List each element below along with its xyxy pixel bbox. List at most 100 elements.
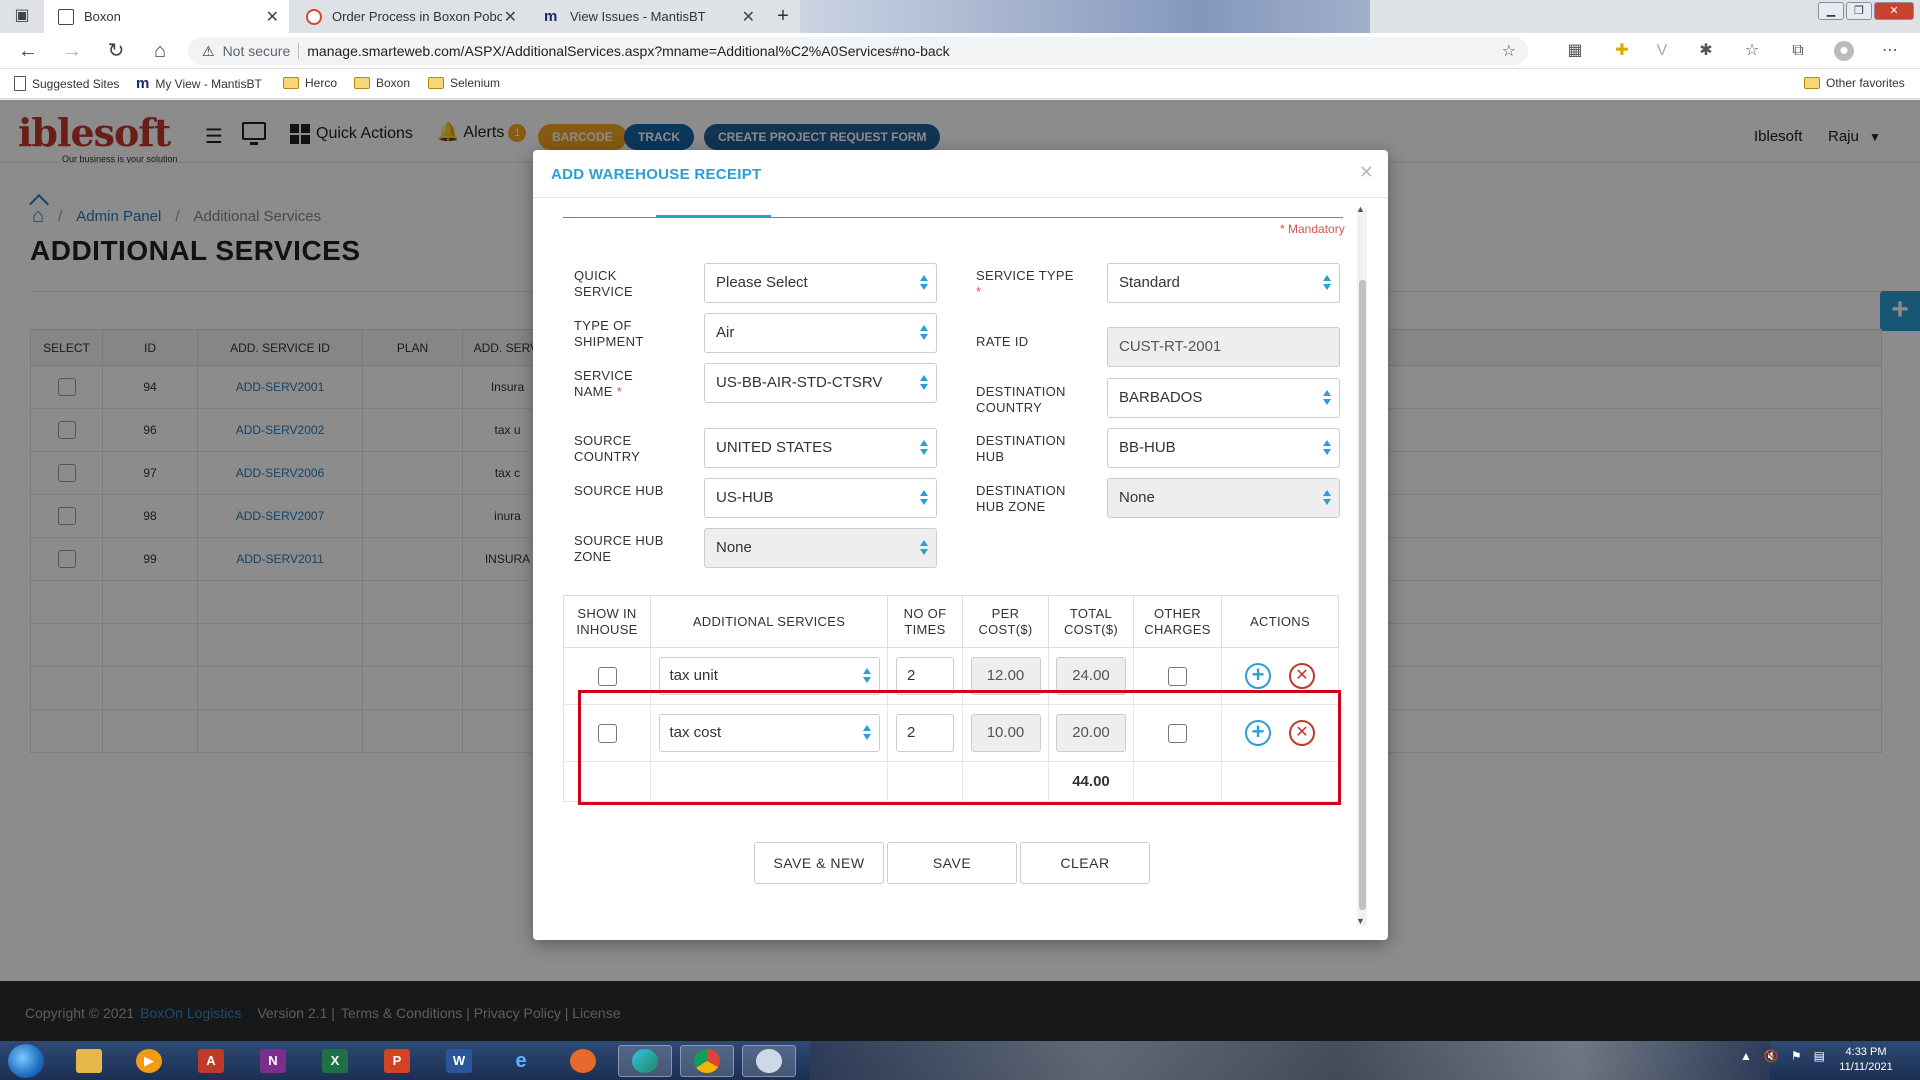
new-tab-icon[interactable]: +	[770, 4, 796, 30]
network-icon[interactable]: ▤	[1814, 1049, 1825, 1063]
tab-actions-icon[interactable]: ▣	[10, 4, 34, 28]
select-value: UNITED STATES	[716, 439, 833, 456]
refresh-icon[interactable]: ↻	[104, 39, 128, 63]
scroll-down-icon[interactable]: ▼	[1356, 916, 1365, 926]
more-menu-icon[interactable]: ⋯	[1880, 41, 1900, 61]
tab-active-indicator[interactable]	[656, 215, 771, 218]
bookmark-selenium[interactable]: Selenium	[428, 76, 500, 90]
destination-country-select[interactable]: BARBADOS	[1107, 378, 1340, 418]
select-arrows-icon	[920, 540, 928, 556]
extension-icon[interactable]: V	[1652, 41, 1672, 61]
extension-icon[interactable]: ▦	[1565, 41, 1585, 61]
column-header: TOTAL COST($)	[1048, 595, 1134, 648]
quick-service-label: QUICK SERVICE	[574, 268, 674, 300]
destination-hub-zone-select[interactable]: None	[1107, 478, 1340, 518]
clear-button[interactable]: CLEAR	[1020, 842, 1150, 884]
firefox-icon[interactable]	[556, 1045, 610, 1077]
select-arrows-icon	[862, 668, 871, 684]
select-arrows-icon	[1323, 440, 1331, 456]
back-icon[interactable]: ←	[16, 39, 40, 63]
system-clock[interactable]: 4:33 PM 11/11/2021	[1836, 1045, 1896, 1075]
page-icon	[14, 76, 26, 91]
field-label: DESTINATION COUNTRY	[976, 384, 1066, 415]
source-hub-select[interactable]: US-HUB	[704, 478, 937, 518]
bookmark-herco[interactable]: Herco	[283, 76, 337, 90]
service-name-select[interactable]: US-BB-AIR-STD-CTSRV	[704, 363, 937, 403]
source-hub-zone-select[interactable]: None	[704, 528, 937, 568]
volume-icon[interactable]: 🔇	[1764, 1049, 1779, 1063]
close-tab-icon[interactable]: ✕	[742, 7, 755, 27]
bookmark-boxon[interactable]: Boxon	[354, 76, 410, 90]
type-of-shipment-select[interactable]: Air	[704, 313, 937, 353]
field-label: TYPE OF SHIPMENT	[574, 318, 644, 349]
select-arrows-icon	[920, 490, 928, 506]
column-header: ADDITIONAL SERVICES	[650, 595, 888, 648]
folder-icon	[428, 77, 444, 89]
bookmark-other-favorites[interactable]: Other favorites	[1804, 76, 1905, 90]
page-icon	[58, 8, 74, 25]
puzzle-extension-icon[interactable]: ✱	[1696, 41, 1716, 61]
maximize-icon[interactable]: ❐	[1846, 2, 1872, 20]
source-country-label: SOURCE COUNTRY	[574, 433, 674, 465]
add-row-icon[interactable]: +	[1245, 663, 1271, 689]
save-button[interactable]: SAVE	[887, 842, 1017, 884]
bookmark-mantis[interactable]: m My View - MantisBT	[136, 76, 262, 92]
bookmarks-bar: Suggested Sites m My View - MantisBT Her…	[0, 69, 1920, 99]
close-icon[interactable]: ✕	[1359, 162, 1374, 183]
media-player-icon[interactable]: ▶	[122, 1045, 176, 1077]
paint-icon[interactable]	[742, 1045, 796, 1077]
tab-order-process[interactable]: Order Process in Boxon Pobox So ✕	[292, 0, 527, 33]
close-tab-icon[interactable]: ✕	[266, 7, 279, 27]
bookmark-suggested-sites[interactable]: Suggested Sites	[14, 76, 119, 91]
close-tab-icon[interactable]: ✕	[504, 7, 517, 27]
type-of-shipment-label: TYPE OF SHIPMENT	[574, 318, 674, 350]
action-center-icon[interactable]: ⚑	[1791, 1049, 1802, 1063]
tab-title: Order Process in Boxon Pobox So	[332, 9, 502, 24]
source-country-select[interactable]: UNITED STATES	[704, 428, 937, 468]
chrome-icon[interactable]	[680, 1045, 734, 1077]
favorites-icon[interactable]: ☆	[1742, 41, 1762, 61]
rate-id-field[interactable]: CUST-RT-2001	[1107, 327, 1340, 367]
other-charges-checkbox[interactable]	[1168, 666, 1187, 686]
coupon-extension-icon[interactable]: ✚	[1612, 41, 1632, 61]
bookmark-label: Herco	[305, 76, 338, 90]
field-label: SOURCE HUB ZONE	[574, 533, 664, 564]
tab-boxon[interactable]: Boxon ✕	[44, 0, 289, 33]
collections-icon[interactable]: ⧉	[1788, 41, 1808, 61]
onenote-icon[interactable]: N	[246, 1045, 300, 1077]
start-button-icon[interactable]	[8, 1044, 44, 1078]
column-header: SHOW IN INHOUSE	[563, 595, 651, 648]
select-value: US-HUB	[716, 489, 774, 506]
profile-avatar-icon[interactable]: ●	[1834, 41, 1854, 61]
bookmark-label: Other favorites	[1826, 76, 1905, 90]
source-hub-label: SOURCE HUB	[574, 483, 674, 499]
internet-explorer-icon[interactable]: e	[494, 1045, 548, 1077]
quick-service-select[interactable]: Please Select	[704, 263, 937, 303]
select-value: Standard	[1119, 274, 1180, 291]
tab-mantis[interactable]: m View Issues - MantisBT ✕	[530, 0, 765, 33]
edge-icon[interactable]	[618, 1045, 672, 1077]
close-window-icon[interactable]: ✕	[1874, 2, 1914, 20]
service-type-select[interactable]: Standard	[1107, 263, 1340, 303]
destination-hub-select[interactable]: BB-HUB	[1107, 428, 1340, 468]
excel-icon[interactable]: X	[308, 1045, 362, 1077]
remove-row-icon[interactable]: ✕	[1289, 663, 1315, 689]
minimize-icon[interactable]: ▁	[1818, 2, 1844, 20]
powerpoint-icon[interactable]: P	[370, 1045, 424, 1077]
show-hidden-icons-icon[interactable]: ▲	[1740, 1049, 1752, 1063]
forward-icon[interactable]: →	[60, 39, 84, 63]
url-field[interactable]: ⚠ Not secure manage.smarteweb.com/ASPX/A…	[188, 37, 1528, 65]
bookmark-label: Suggested Sites	[32, 76, 120, 91]
home-icon[interactable]: ⌂	[148, 39, 172, 63]
select-value: Air	[716, 324, 735, 341]
save-and-new-button[interactable]: SAVE & NEW	[754, 842, 884, 884]
word-icon[interactable]: W	[432, 1045, 486, 1077]
show-inhouse-checkbox[interactable]	[597, 666, 617, 686]
modal-header: ADD WAREHOUSE RECEIPT ✕	[533, 150, 1388, 198]
favorite-star-icon[interactable]: ☆	[1502, 41, 1516, 61]
acrobat-reader-icon[interactable]: A	[184, 1045, 238, 1077]
scroll-up-icon[interactable]: ▲	[1356, 204, 1365, 214]
modal-scrollbar-thumb[interactable]	[1359, 280, 1366, 910]
file-explorer-icon[interactable]	[62, 1045, 116, 1077]
select-value: BARBADOS	[1119, 389, 1203, 406]
